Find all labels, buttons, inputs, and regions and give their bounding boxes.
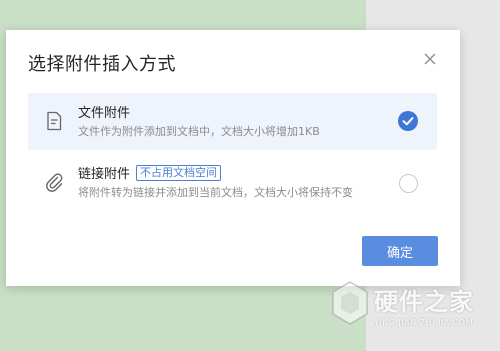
option-link-attachment[interactable]: 链接附件 不占用文档空间 将附件转为链接并添加到当前文档，文档大小将保持不变 (28, 154, 437, 211)
file-icon (43, 110, 65, 132)
watermark-text: 硬件之家 (374, 288, 474, 316)
radio-button[interactable] (399, 174, 418, 193)
confirm-button[interactable]: 确定 (362, 236, 438, 266)
insert-attachment-dialog: 选择附件插入方式 文件附件 文件作为附件添加到文档中，文档大小将增加1KB 链接… (6, 30, 460, 286)
option-title: 链接附件 (78, 167, 131, 182)
no-space-tag: 不占用文档空间 (136, 164, 222, 181)
option-file-attachment[interactable]: 文件附件 文件作为附件添加到文档中，文档大小将增加1KB (28, 93, 437, 150)
checkmark-icon (398, 111, 418, 131)
watermark: 硬件之家 YING JIAN ZHI JIA.COM (330, 278, 490, 344)
paperclip-icon (43, 171, 65, 193)
option-description: 文件作为附件添加到文档中，文档大小将增加1KB (78, 125, 320, 138)
dialog-title: 选择附件插入方式 (28, 54, 176, 75)
watermark-logo-icon (332, 281, 368, 325)
watermark-subtext: YING JIAN ZHI JIA.COM (374, 318, 473, 327)
option-title: 文件附件 (78, 106, 131, 121)
close-icon[interactable] (421, 50, 439, 68)
option-description: 将附件转为链接并添加到当前文档，文档大小将保持不变 (78, 186, 353, 199)
